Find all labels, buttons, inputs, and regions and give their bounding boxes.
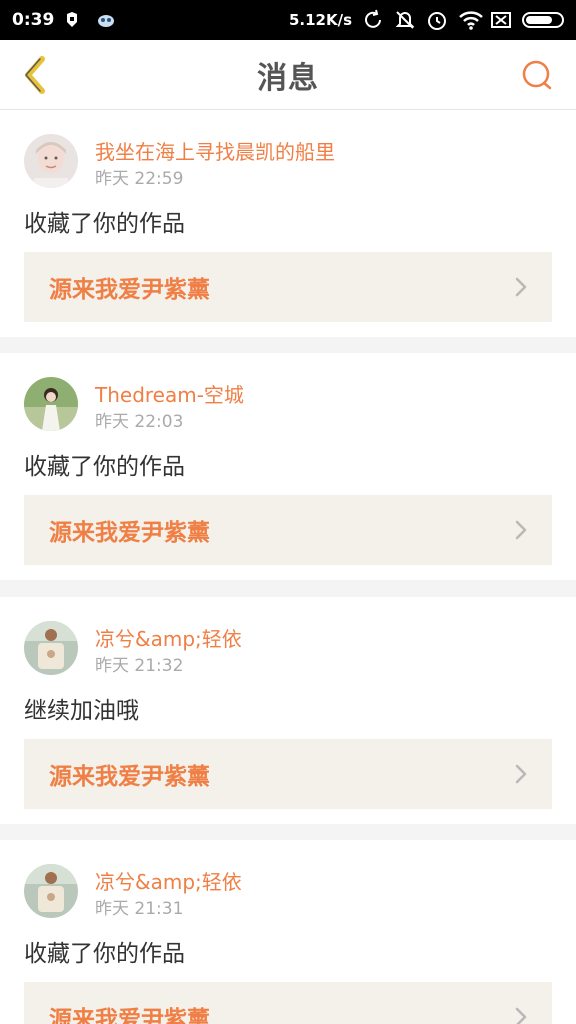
work-title: 源来我爱尹紫薰 xyxy=(49,520,210,546)
message-time: 昨天 21:32 xyxy=(95,656,184,676)
battery-fill xyxy=(526,16,552,24)
chevron-right-icon xyxy=(515,1007,527,1024)
avatar[interactable] xyxy=(24,134,78,188)
status-time: 0:39 xyxy=(12,10,55,30)
avatar[interactable] xyxy=(24,864,78,918)
message-text: 收藏了你的作品 xyxy=(24,211,185,237)
message-time: 昨天 22:03 xyxy=(95,412,184,432)
chevron-right-icon xyxy=(515,764,527,784)
message-card: Thedream-空城 昨天 22:03 收藏了你的作品 源来我爱尹紫薰 xyxy=(0,353,576,580)
back-button[interactable] xyxy=(14,54,56,96)
message-card: 我坐在海上寻找晨凯的船里 昨天 22:59 收藏了你的作品 源来我爱尹紫薰 xyxy=(0,110,576,337)
user-name[interactable]: 凉兮&amp;轻依 xyxy=(95,623,242,652)
chevron-right-icon xyxy=(515,277,527,297)
user-name[interactable]: 凉兮&amp;轻依 xyxy=(95,866,242,895)
work-link[interactable]: 源来我爱尹紫薰 xyxy=(24,739,552,809)
message-text: 收藏了你的作品 xyxy=(24,454,185,480)
app-bar: 消息 xyxy=(0,40,576,110)
work-link[interactable]: 源来我爱尹紫薰 xyxy=(24,982,552,1024)
status-bar: 0:39 5.12K/s xyxy=(0,0,576,40)
net-speed: 5.12K/s xyxy=(288,11,352,29)
work-title: 源来我爱尹紫薰 xyxy=(49,277,210,303)
status-right: 5.12K/s xyxy=(289,9,564,31)
app-icon-2 xyxy=(96,9,118,31)
mute-icon xyxy=(394,9,416,31)
search-button[interactable] xyxy=(518,56,556,94)
work-link[interactable]: 源来我爱尹紫薰 xyxy=(24,495,552,565)
message-card: 凉兮&amp;轻依 昨天 21:32 继续加油哦 源来我爱尹紫薰 xyxy=(0,597,576,824)
page-title: 消息 xyxy=(257,60,319,96)
sim-icon xyxy=(490,9,512,31)
chevron-right-icon xyxy=(515,520,527,540)
avatar[interactable] xyxy=(24,621,78,675)
avatar[interactable] xyxy=(24,377,78,431)
alarm-icon xyxy=(426,9,448,31)
user-name[interactable]: 我坐在海上寻找晨凯的船里 xyxy=(95,136,335,165)
work-link[interactable]: 源来我爱尹紫薰 xyxy=(24,252,552,322)
wifi-icon xyxy=(458,9,483,31)
message-text: 收藏了你的作品 xyxy=(24,941,185,967)
chevron-left-icon xyxy=(25,56,45,94)
message-time: 昨天 21:31 xyxy=(95,899,184,919)
status-left: 0:39 xyxy=(12,9,118,31)
message-card: 凉兮&amp;轻依 昨天 21:31 收藏了你的作品 源来我爱尹紫薰 xyxy=(0,840,576,1024)
app-icon-1 xyxy=(64,9,86,31)
work-title: 源来我爱尹紫薰 xyxy=(49,764,210,790)
message-time: 昨天 22:59 xyxy=(95,169,184,189)
message-text: 继续加油哦 xyxy=(24,698,139,724)
user-name[interactable]: Thedream-空城 xyxy=(95,379,244,408)
battery-icon xyxy=(522,12,564,28)
work-title: 源来我爱尹紫薰 xyxy=(49,1007,210,1024)
search-icon xyxy=(522,60,552,90)
sync-icon xyxy=(362,9,384,31)
